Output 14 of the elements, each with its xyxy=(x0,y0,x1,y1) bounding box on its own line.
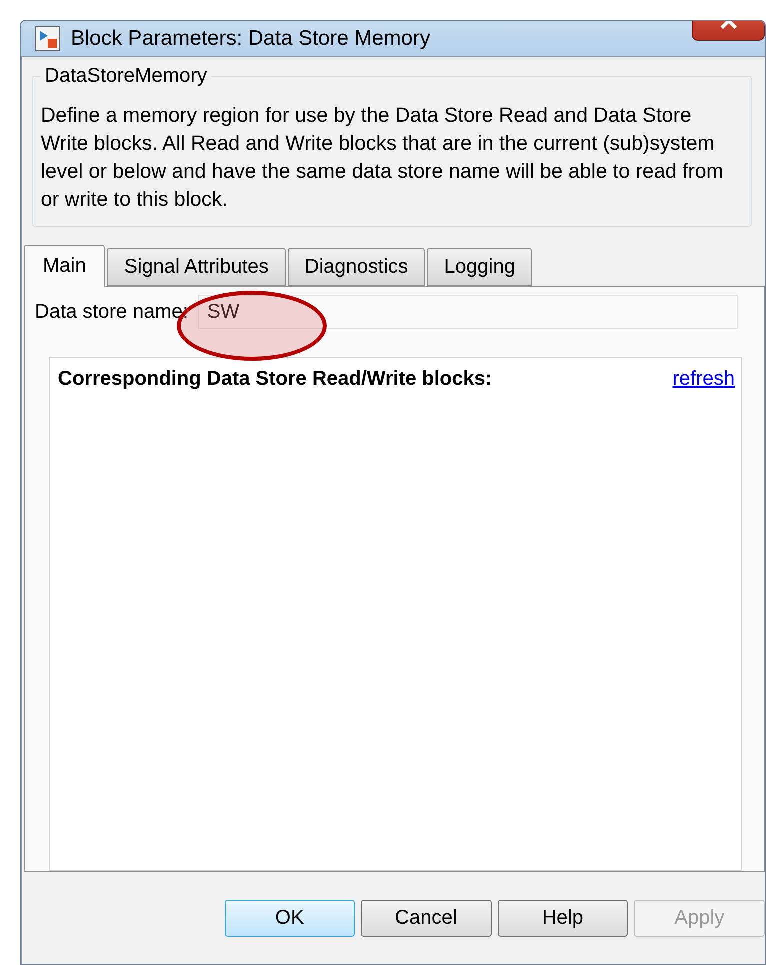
description-text: Define a memory region for use by the Data Store Read and Data Store Write blocks. All Read and Write blocks that are in the current (sub)system level or below and have the same data store name will be able to read from or write to this block. xyxy=(41,103,725,213)
refresh-link[interactable]: refresh xyxy=(672,368,735,391)
field-label: Data store name: xyxy=(35,300,188,324)
tab[interactable]: Main xyxy=(24,245,106,287)
name-input-field[interactable]: SW xyxy=(198,295,738,329)
window-title: Block Parameters: Data Store Memory xyxy=(71,26,430,50)
panel-heading: Corresponding Data Store Read/Write blocks: xyxy=(58,368,492,391)
tab[interactable]: Diagnostics xyxy=(288,248,426,286)
group-title: DataStoreMemory xyxy=(44,65,208,88)
tab[interactable]: Signal Attributes xyxy=(107,248,286,286)
tab[interactable]: Logging xyxy=(427,248,532,286)
dialog-button[interactable]: Cancel xyxy=(360,900,492,936)
dialog-button[interactable]: OK xyxy=(225,900,355,936)
dialog-button[interactable]: Help xyxy=(498,900,628,936)
